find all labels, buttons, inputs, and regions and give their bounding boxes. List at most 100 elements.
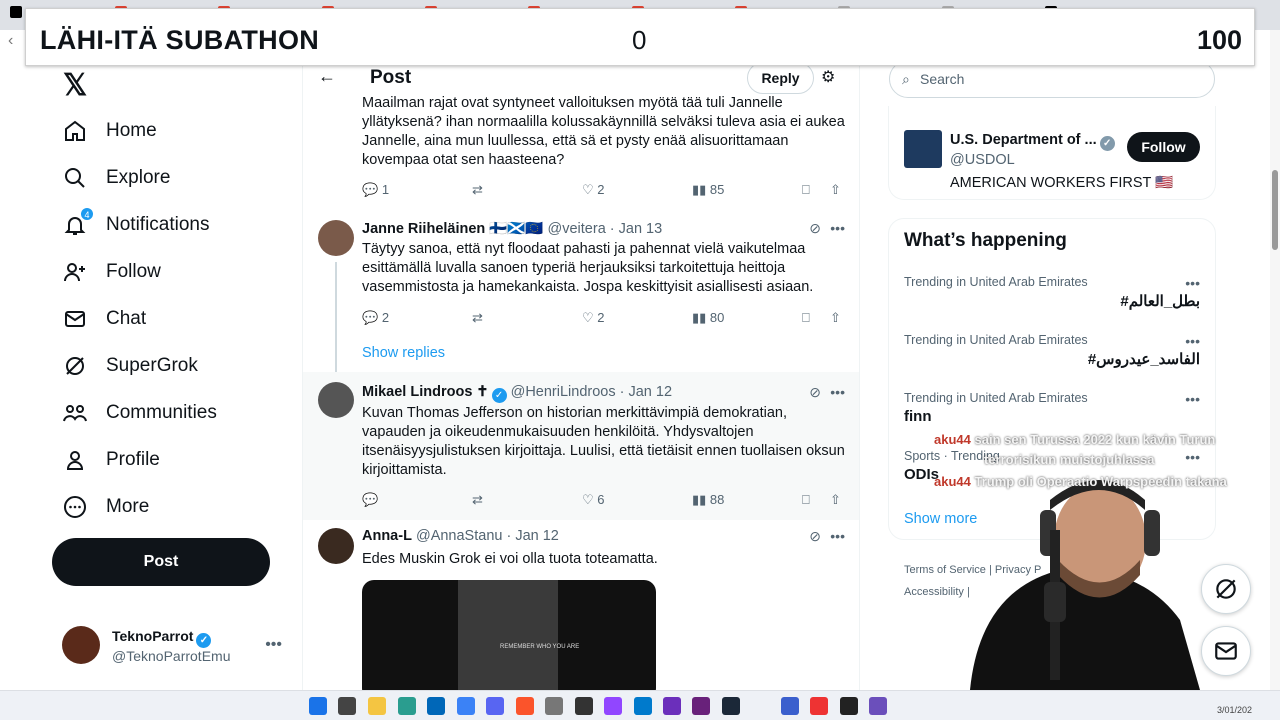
trend-item[interactable]: finn bbox=[904, 408, 932, 425]
more-icon[interactable]: ••• bbox=[830, 220, 845, 236]
trend-item[interactable]: #الفاسد_عيدروس bbox=[1088, 350, 1200, 368]
chat-text: terrorisikun muistojuhlassa bbox=[984, 452, 1155, 467]
page-scrollbar[interactable] bbox=[1270, 30, 1280, 690]
post-header: ← Post Reply ⚙ bbox=[303, 66, 859, 94]
suggestion-handle: @USDOL bbox=[950, 152, 1015, 168]
windows-start-icon[interactable] bbox=[309, 697, 327, 715]
reply-button[interactable]: Reply bbox=[747, 66, 814, 94]
tab-x-icon[interactable] bbox=[10, 6, 22, 18]
sliders-icon[interactable]: ⚙ bbox=[821, 67, 835, 87]
bookmark-icon[interactable]: ⎕ bbox=[802, 310, 810, 326]
like-icon[interactable]: ♡ 2 bbox=[582, 182, 605, 198]
like-icon[interactable]: ♡ 2 bbox=[582, 310, 605, 326]
tweet-text: Maailman rajat ovat syntyneet valloituks… bbox=[362, 95, 845, 168]
obs-icon[interactable] bbox=[869, 697, 887, 715]
more-icon[interactable]: ••• bbox=[830, 528, 845, 544]
browser-back-icon[interactable]: ‹ bbox=[8, 32, 13, 50]
store-icon[interactable] bbox=[427, 697, 445, 715]
view-count: 88 bbox=[709, 492, 725, 507]
author-handle[interactable]: @veitera · Jan 13 bbox=[548, 221, 663, 237]
author-name[interactable]: Anna-L bbox=[362, 528, 412, 544]
scrollbar-thumb[interactable] bbox=[1272, 170, 1278, 250]
reply-icon[interactable]: 💬 bbox=[362, 492, 378, 508]
app-icon[interactable] bbox=[840, 697, 858, 715]
app-icon[interactable] bbox=[810, 697, 828, 715]
tweet-media-image[interactable]: REMEMBER WHO YOU ARE bbox=[362, 580, 656, 690]
author-handle[interactable]: @AnnaStanu · Jan 12 bbox=[416, 528, 559, 544]
steam-icon[interactable] bbox=[722, 697, 740, 715]
views-icon[interactable]: ▮▮ 85 bbox=[692, 182, 724, 198]
subathon-title: LÄHI-ITÄ SUBATHON bbox=[40, 25, 320, 55]
sidebar-item-chat[interactable]: Chat bbox=[62, 300, 146, 338]
brave-icon[interactable] bbox=[516, 697, 534, 715]
sidebar-item-label: Profile bbox=[106, 449, 160, 470]
trend-item[interactable]: #بطل_العالم bbox=[1120, 292, 1200, 310]
show-replies-link[interactable]: Show replies bbox=[362, 345, 445, 361]
share-icon[interactable]: ⇧ bbox=[830, 310, 841, 326]
more-icon[interactable]: ••• bbox=[1185, 275, 1200, 291]
more-icon[interactable]: ••• bbox=[830, 384, 845, 400]
sidebar-item-label: SuperGrok bbox=[106, 355, 198, 376]
author-name[interactable]: Janne Riiheläinen 🇫🇮🏴󠁧󠁢󠁳󠁣󠁴󠁿🇪🇺 bbox=[362, 221, 543, 237]
like-count: 2 bbox=[597, 182, 605, 197]
task-view-icon[interactable] bbox=[338, 697, 356, 715]
bookmark-icon[interactable]: ⎕ bbox=[802, 492, 810, 508]
account-switcher[interactable]: TeknoParrot ✓ @TeknoParrotEmu ••• bbox=[62, 626, 292, 668]
author-name[interactable]: Mikael Lindroos ✝ bbox=[362, 384, 489, 400]
views-icon[interactable]: ▮▮ 88 bbox=[692, 492, 724, 508]
more-icon[interactable]: ••• bbox=[265, 636, 282, 654]
sidebar-item-supergrok[interactable]: SuperGrok bbox=[62, 347, 198, 385]
x-logo-icon[interactable]: 𝕏 bbox=[63, 68, 87, 103]
grok-icon[interactable]: ⊘ bbox=[809, 528, 821, 545]
sidebar-item-explore[interactable]: Explore bbox=[62, 159, 170, 197]
file-explorer-icon[interactable] bbox=[368, 697, 386, 715]
app-icon[interactable] bbox=[545, 697, 563, 715]
app-icon[interactable] bbox=[604, 697, 622, 715]
messages-fab[interactable] bbox=[1201, 626, 1251, 676]
reply-icon[interactable]: 💬 1 bbox=[362, 182, 389, 198]
grok-icon[interactable]: ⊘ bbox=[809, 220, 821, 237]
app-icon[interactable] bbox=[663, 697, 681, 715]
post-button[interactable]: Post bbox=[52, 538, 270, 586]
app-icon[interactable] bbox=[457, 697, 475, 715]
grok-icon[interactable]: ⊘ bbox=[809, 384, 821, 401]
sidebar-item-communities[interactable]: Communities bbox=[62, 394, 217, 432]
terminal-icon[interactable] bbox=[575, 697, 593, 715]
share-icon[interactable]: ⇧ bbox=[830, 492, 841, 508]
more-icon[interactable]: ••• bbox=[1185, 449, 1200, 465]
share-icon[interactable]: ⇧ bbox=[830, 182, 841, 198]
trend-context: Trending in United Arab Emirates bbox=[904, 391, 1088, 405]
sidebar-item-profile[interactable]: Profile bbox=[62, 441, 160, 479]
bookmark-icon[interactable]: ⎕ bbox=[802, 182, 810, 198]
sidebar-item-more[interactable]: More bbox=[62, 488, 149, 526]
back-arrow-icon[interactable]: ← bbox=[318, 66, 336, 87]
usdol-logo[interactable] bbox=[904, 130, 942, 168]
taskbar-clock: 3/01/202 bbox=[1216, 705, 1252, 715]
repost-icon[interactable]: ⇄ bbox=[472, 310, 483, 326]
sidebar-item-notifications[interactable]: 4 Notifications bbox=[62, 206, 210, 244]
suggestion-name[interactable]: U.S. Department of ... bbox=[950, 132, 1097, 148]
discord-icon[interactable] bbox=[486, 697, 504, 715]
trend-context: Trending in United Arab Emirates bbox=[904, 275, 1088, 289]
repost-icon[interactable]: ⇄ bbox=[472, 182, 483, 198]
author-handle[interactable]: @HenriLindroos · Jan 12 bbox=[511, 384, 672, 400]
communities-icon bbox=[62, 400, 88, 426]
more-icon[interactable]: ••• bbox=[1185, 391, 1200, 407]
edge-icon[interactable] bbox=[398, 697, 416, 715]
page-title: Post bbox=[370, 67, 412, 88]
verified-badge-icon: ✓ bbox=[1099, 136, 1115, 151]
sidebar-item-home[interactable]: Home bbox=[62, 112, 157, 150]
repost-icon[interactable]: ⇄ bbox=[472, 492, 483, 508]
like-icon[interactable]: ♡ 6 bbox=[582, 492, 605, 508]
grok-fab[interactable] bbox=[1201, 564, 1251, 614]
views-icon[interactable]: ▮▮ 80 bbox=[692, 310, 724, 326]
app-icon[interactable] bbox=[781, 697, 799, 715]
account-handle: @TeknoParrotEmu bbox=[112, 648, 231, 664]
tweet[interactable]: Mikael Lindroos ✝ ✓ @HenriLindroos · Jan … bbox=[303, 372, 859, 520]
reply-icon[interactable]: 💬 2 bbox=[362, 310, 389, 326]
vscode-icon[interactable] bbox=[634, 697, 652, 715]
sidebar-item-follow[interactable]: Follow bbox=[62, 253, 161, 291]
visual-studio-icon[interactable] bbox=[692, 697, 710, 715]
more-icon[interactable]: ••• bbox=[1185, 333, 1200, 349]
follow-button[interactable]: Follow bbox=[1127, 132, 1200, 162]
